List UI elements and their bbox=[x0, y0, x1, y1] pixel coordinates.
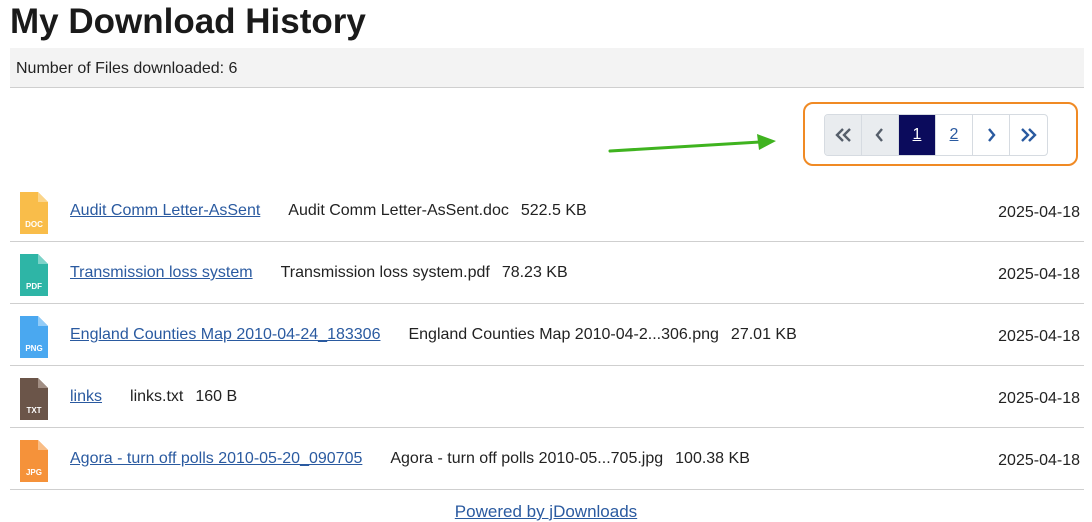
download-count-text: Number of Files downloaded: 6 bbox=[16, 60, 238, 77]
pagination-first-button[interactable] bbox=[825, 115, 862, 155]
png-file-icon: PNG bbox=[20, 316, 48, 358]
file-title-link[interactable]: Audit Comm Letter-AsSent bbox=[70, 202, 260, 220]
svg-text:PDF: PDF bbox=[26, 282, 42, 291]
double-chevron-right-icon bbox=[1020, 128, 1037, 142]
file-size: 27.01 KB bbox=[730, 326, 797, 343]
txt-file-icon: TXT bbox=[20, 378, 48, 420]
doc-file-icon: DOC bbox=[20, 192, 48, 234]
pdf-file-icon: PDF bbox=[20, 254, 48, 296]
file-title-link[interactable]: links bbox=[70, 388, 102, 406]
pagination: 1 2 bbox=[824, 114, 1048, 156]
chevron-right-icon bbox=[988, 128, 996, 142]
file-title-link[interactable]: Agora - turn off polls 2010-05-20_090705 bbox=[70, 450, 362, 468]
file-name: England Counties Map 2010-04-2...306.png bbox=[408, 326, 719, 343]
pagination-last-button[interactable] bbox=[1010, 115, 1047, 155]
powered-by-footer: Powered by jDownloads bbox=[0, 502, 1092, 522]
chevron-left-icon bbox=[875, 128, 883, 142]
file-list: DOC Audit Comm Letter-AsSent Audit Comm … bbox=[10, 180, 1084, 490]
list-item: DOC Audit Comm Letter-AsSent Audit Comm … bbox=[10, 180, 1084, 242]
svg-text:JPG: JPG bbox=[26, 468, 42, 477]
svg-text:TXT: TXT bbox=[26, 406, 41, 415]
file-date: 2025-04-18 bbox=[998, 266, 1080, 283]
file-size: 160 B bbox=[195, 388, 238, 405]
file-date: 2025-04-18 bbox=[998, 204, 1080, 221]
list-item: TXT links links.txt 160 B 2025-04-18 bbox=[10, 366, 1084, 428]
file-date: 2025-04-18 bbox=[998, 390, 1080, 407]
annotation-arrow-icon bbox=[608, 134, 776, 153]
double-chevron-left-icon bbox=[835, 128, 851, 142]
file-date: 2025-04-18 bbox=[998, 328, 1080, 345]
page-title: My Download History bbox=[10, 2, 366, 41]
svg-text:DOC: DOC bbox=[25, 220, 43, 229]
file-name: Agora - turn off polls 2010-05...705.jpg bbox=[390, 450, 664, 467]
file-size: 78.23 KB bbox=[501, 264, 568, 281]
download-count-summary: Number of Files downloaded: 6 bbox=[10, 48, 1084, 88]
powered-by-link[interactable]: Powered by jDownloads bbox=[455, 502, 637, 521]
file-name: Transmission loss system.pdf bbox=[280, 264, 490, 281]
pagination-next-button[interactable] bbox=[973, 115, 1010, 155]
list-item: JPG Agora - turn off polls 2010-05-20_09… bbox=[10, 428, 1084, 490]
file-size: 100.38 KB bbox=[675, 450, 750, 467]
file-date: 2025-04-18 bbox=[998, 452, 1080, 469]
pagination-prev-button[interactable] bbox=[862, 115, 899, 155]
file-name: Audit Comm Letter-AsSent.doc bbox=[288, 202, 509, 219]
file-name: links.txt bbox=[130, 388, 184, 405]
pagination-page-1[interactable]: 1 bbox=[899, 115, 936, 155]
file-size: 522.5 KB bbox=[520, 202, 587, 219]
pagination-page-2[interactable]: 2 bbox=[936, 115, 973, 155]
list-item: PNG England Counties Map 2010-04-24_1833… bbox=[10, 304, 1084, 366]
list-item: PDF Transmission loss system Transmissio… bbox=[10, 242, 1084, 304]
svg-text:PNG: PNG bbox=[25, 344, 42, 353]
jpg-file-icon: JPG bbox=[20, 440, 48, 482]
file-title-link[interactable]: Transmission loss system bbox=[70, 264, 253, 282]
file-title-link[interactable]: England Counties Map 2010-04-24_183306 bbox=[70, 326, 380, 344]
